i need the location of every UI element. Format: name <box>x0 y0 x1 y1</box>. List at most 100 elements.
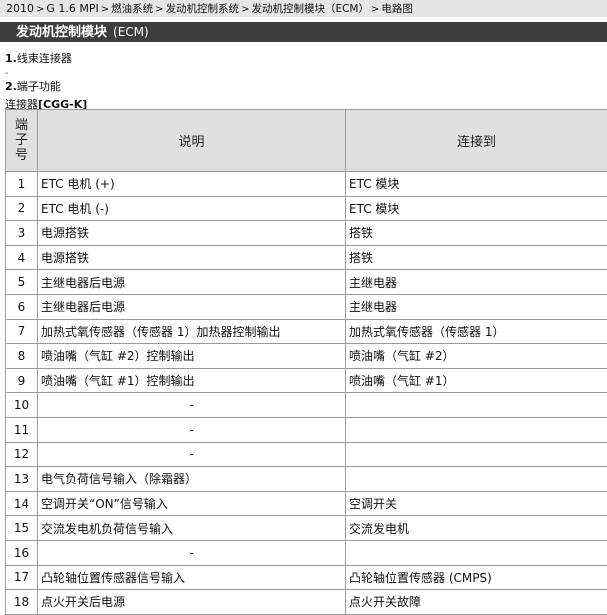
section-label: 线束连接器 <box>17 52 72 65</box>
breadcrumb-separator: > <box>241 4 249 15</box>
table-row: 12- <box>6 442 607 467</box>
terminal-table: 端 子 号 说明 连接到 1ETC 电机 (+)ETC 模块2ETC 电机 (-… <box>5 109 607 615</box>
table-row: 17凸轮轴位置传感器信号输入凸轮轴位置传感器 (CMPS) <box>6 565 607 590</box>
pin-connect-to: 加热式氧传感器（传感器 1） <box>346 319 607 344</box>
pin-number: 6 <box>6 294 38 319</box>
breadcrumb-item-year[interactable]: 2010 <box>6 2 34 15</box>
pin-description: ETC 电机 (-) <box>38 196 346 221</box>
table-row: 10- <box>6 393 607 418</box>
pin-connect-to <box>346 467 607 492</box>
pin-number: 3 <box>6 221 38 246</box>
breadcrumb-separator: > <box>155 4 163 15</box>
pin-connect-to: 交流发电机 <box>346 516 607 541</box>
breadcrumb-item-model[interactable]: G 1.6 MPI <box>46 2 98 15</box>
pin-connect-to: 搭铁 <box>346 221 607 246</box>
pin-connect-to: 主继电器 <box>346 294 607 319</box>
header-pin-number: 端 子 号 <box>6 110 38 172</box>
table-row: 1ETC 电机 (+)ETC 模块 <box>6 172 607 197</box>
breadcrumb-separator: > <box>371 4 379 15</box>
pin-number: 8 <box>6 344 38 369</box>
table-row: 3电源搭铁搭铁 <box>6 221 607 246</box>
table-row: 7加热式氧传感器（传感器 1）加热器控制输出加热式氧传感器（传感器 1） <box>6 319 607 344</box>
pin-description: 空调开关“ON”信号输入 <box>38 491 346 516</box>
pin-number: 13 <box>6 467 38 492</box>
section-terminal-function: 2.端子功能 <box>5 78 61 94</box>
pin-number: 12 <box>6 442 38 467</box>
table-row: 8喷油嘴（气缸 #2）控制输出喷油嘴（气缸 #2） <box>6 344 607 369</box>
pin-description: 主继电器后电源 <box>38 270 346 295</box>
table-row: 13电气负荷信号输入（除霜器） <box>6 467 607 492</box>
pin-description: 电源搭铁 <box>38 221 346 246</box>
pin-number: 18 <box>6 590 38 615</box>
pin-connect-to: 主继电器 <box>346 270 607 295</box>
table-body: 1ETC 电机 (+)ETC 模块2ETC 电机 (-)ETC 模块3电源搭铁搭… <box>6 172 607 615</box>
pin-description: 点火开关后电源 <box>38 590 346 615</box>
pin-description: 交流发电机负荷信号输入 <box>38 516 346 541</box>
header-pin-char: 子 <box>7 133 36 148</box>
pin-connect-to <box>346 417 607 442</box>
table-row: 16- <box>6 540 607 565</box>
pin-description: 凸轮轴位置传感器信号输入 <box>38 565 346 590</box>
table-row: 11- <box>6 417 607 442</box>
pin-number: 14 <box>6 491 38 516</box>
pin-connect-to: 喷油嘴（气缸 #1） <box>346 368 607 393</box>
pin-number: 2 <box>6 196 38 221</box>
pin-connect-to: 喷油嘴（气缸 #2） <box>346 344 607 369</box>
pin-connect-to: 凸轮轴位置传感器 (CMPS) <box>346 565 607 590</box>
pin-number: 9 <box>6 368 38 393</box>
header-description: 说明 <box>38 110 346 172</box>
pin-connect-to: ETC 模块 <box>346 196 607 221</box>
pin-connect-to: 空调开关 <box>346 491 607 516</box>
breadcrumb-item-engine-control[interactable]: 发动机控制系统 <box>166 3 240 15</box>
table-row: 14空调开关“ON”信号输入空调开关 <box>6 491 607 516</box>
pin-number: 4 <box>6 245 38 270</box>
pin-number: 16 <box>6 540 38 565</box>
pin-connect-to: 点火开关故障 <box>346 590 607 615</box>
page-title-sub: (ECM) <box>113 25 149 39</box>
pin-number: 1 <box>6 172 38 197</box>
pin-number: 5 <box>6 270 38 295</box>
pin-connect-to: 搭铁 <box>346 245 607 270</box>
pin-description: - <box>38 393 346 418</box>
pin-number: 17 <box>6 565 38 590</box>
breadcrumb-item-ecm[interactable]: 发动机控制模块（ECM） <box>251 3 369 15</box>
section-harness-connector: 1.线束连接器 <box>5 50 72 66</box>
pin-number: 11 <box>6 417 38 442</box>
table-row: 2ETC 电机 (-)ETC 模块 <box>6 196 607 221</box>
breadcrumb-item-circuit[interactable]: 电路图 <box>381 3 413 15</box>
breadcrumb-separator: > <box>101 4 109 15</box>
section-label: 端子功能 <box>17 80 61 93</box>
pin-connect-to <box>346 393 607 418</box>
section-number: 2. <box>5 80 17 93</box>
table-row: 6主继电器后电源主继电器 <box>6 294 607 319</box>
pin-description: - <box>38 540 346 565</box>
header-pin-char: 号 <box>7 148 36 163</box>
breadcrumb-item-fuel-system[interactable]: 燃油系统 <box>111 3 153 15</box>
pin-description: 主继电器后电源 <box>38 294 346 319</box>
pin-number: 7 <box>6 319 38 344</box>
pin-description: 电源搭铁 <box>38 245 346 270</box>
pin-connect-to <box>346 540 607 565</box>
table-row: 5主继电器后电源主继电器 <box>6 270 607 295</box>
table-header-row: 端 子 号 说明 连接到 <box>6 110 607 172</box>
breadcrumb-separator: > <box>36 4 44 15</box>
table-row: 9喷油嘴（气缸 #1）控制输出喷油嘴（气缸 #1） <box>6 368 607 393</box>
pin-description: 加热式氧传感器（传感器 1）加热器控制输出 <box>38 319 346 344</box>
pin-connect-to: ETC 模块 <box>346 172 607 197</box>
page-title: 发动机控制模块 (ECM) <box>0 22 607 42</box>
pin-connect-to <box>346 442 607 467</box>
pin-description: 喷油嘴（气缸 #1）控制输出 <box>38 368 346 393</box>
table-row: 4电源搭铁搭铁 <box>6 245 607 270</box>
table-row: 18点火开关后电源点火开关故障 <box>6 590 607 615</box>
pin-description: - <box>38 442 346 467</box>
page-title-main: 发动机控制模块 <box>16 25 107 40</box>
header-pin-char: 端 <box>7 118 36 133</box>
pin-number: 10 <box>6 393 38 418</box>
pin-description: 喷油嘴（气缸 #2）控制输出 <box>38 344 346 369</box>
pin-number: 15 <box>6 516 38 541</box>
header-connect-to: 连接到 <box>346 110 607 172</box>
section-number: 1. <box>5 52 17 65</box>
pin-description: - <box>38 417 346 442</box>
pin-description: ETC 电机 (+) <box>38 172 346 197</box>
breadcrumb: 2010>G 1.6 MPI>燃油系统>发动机控制系统>发动机控制模块（ECM）… <box>0 0 607 17</box>
